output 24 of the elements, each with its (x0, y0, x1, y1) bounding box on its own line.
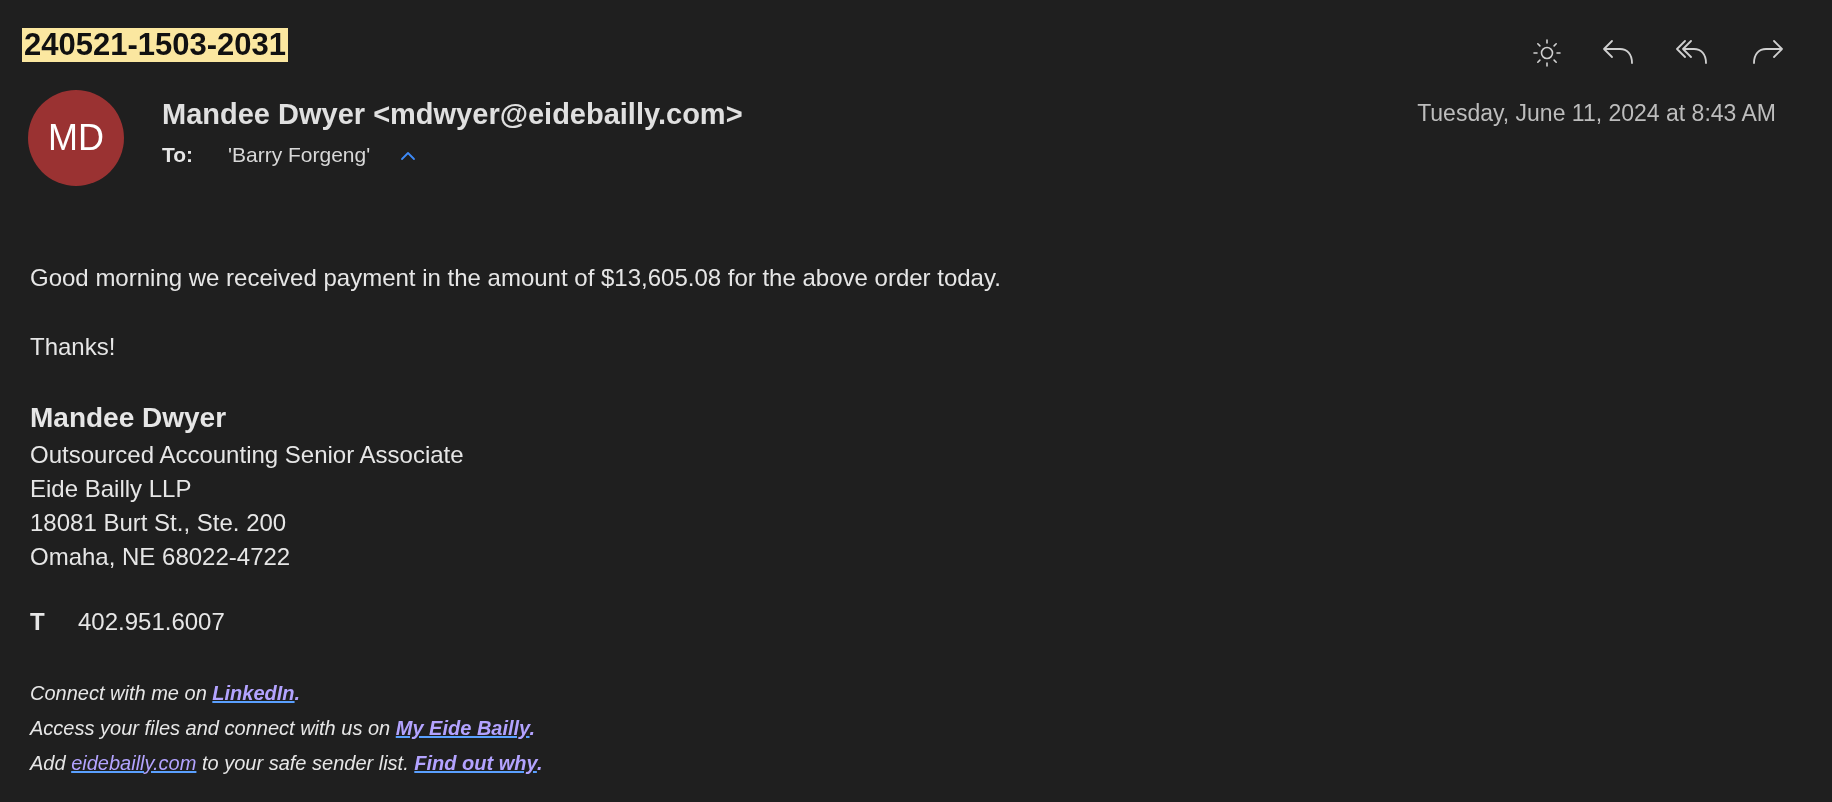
link[interactable]: LinkedIn (212, 682, 295, 704)
link[interactable]: Find out why (414, 752, 537, 774)
avatar: MD (28, 90, 124, 186)
email-subject: 240521-1503-2031 (22, 28, 289, 62)
link[interactable]: eidebailly.com (71, 752, 197, 774)
message-text: Good morning we received payment in the amount of $13,605.08 for the above order today. (30, 264, 1002, 292)
signature-line: 18081 Burt St., Ste. 200 (30, 508, 288, 538)
phone-number: 402.951.6007 (78, 608, 225, 636)
recipient[interactable]: 'Barry Forgeng' (228, 143, 371, 167)
signature-line: Omaha, NE 68022-4722 (30, 542, 292, 572)
brightness-icon[interactable] (1532, 38, 1562, 68)
chevron-up-icon[interactable] (400, 151, 417, 161)
signature-note: Connect with me on LinkedIn. (30, 681, 302, 706)
signature-note: Add eidebailly.com to your safe sender list. Find out why. (30, 751, 544, 776)
sent-date: Tuesday, June 11, 2024 at 8:43 AM (1417, 99, 1776, 127)
signature-line: Outsourced Accounting Senior Associate (30, 440, 465, 470)
phone-label: T (30, 608, 46, 636)
signature-line: Eide Bailly LLP (30, 474, 193, 504)
link[interactable]: My Eide Bailly (395, 717, 530, 739)
to-label: To: (162, 143, 195, 167)
sender-name: Mandee Dwyer <mdwyer@eidebailly.com> (162, 98, 744, 131)
signature-name: Mandee Dwyer (30, 402, 228, 434)
signature-note: Access your files and connect with us on My Eide Bailly. (30, 716, 537, 741)
message-text: Thanks! (30, 333, 117, 361)
